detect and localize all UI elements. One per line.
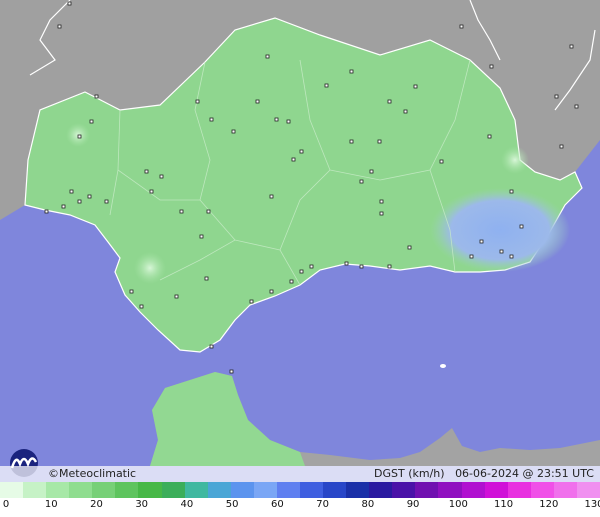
variable-label: DGST (km/h) <box>374 467 445 480</box>
scale-swatch <box>553 482 577 498</box>
scale-tick-label: 10 <box>44 499 58 510</box>
scale-swatch <box>392 482 416 498</box>
scale-swatch <box>0 482 24 498</box>
scale-tick-label: 100 <box>448 499 468 510</box>
scale-swatch <box>253 482 277 498</box>
scale-swatch <box>69 482 93 498</box>
map-footer: ©Meteoclimatic DGST (km/h) 06-06-2024 @ … <box>0 466 600 482</box>
scale-tick-label: 80 <box>361 499 375 510</box>
scale-swatch <box>346 482 370 498</box>
map-status: DGST (km/h) 06-06-2024 @ 23:51 UTC <box>374 467 594 480</box>
color-scale-labels: 0 10 20 30 40 50 60 70 80 90 100 110 120 130 <box>0 499 600 515</box>
scale-swatch <box>507 482 531 498</box>
high-wind-area <box>430 188 570 272</box>
scale-swatch <box>161 482 185 498</box>
color-scale-bar <box>0 482 600 498</box>
scale-swatch <box>530 482 554 498</box>
scale-tick-label: 130 <box>584 499 600 510</box>
alboran-island <box>440 364 446 368</box>
scale-swatch <box>207 482 231 498</box>
scale-tick-label: 0 <box>2 499 10 510</box>
calm-spot <box>501 146 529 174</box>
scale-swatch <box>369 482 393 498</box>
scale-swatch <box>300 482 324 498</box>
scale-swatch <box>46 482 70 498</box>
scale-tick-label: 40 <box>180 499 194 510</box>
weather-map <box>0 0 600 517</box>
scale-tick-label: 70 <box>316 499 329 510</box>
scale-swatch <box>230 482 254 498</box>
scale-tick-label: 60 <box>271 499 284 510</box>
scale-swatch <box>576 482 600 498</box>
scale-swatch <box>92 482 116 498</box>
scale-swatch <box>438 482 462 498</box>
scale-swatch <box>276 482 301 498</box>
scale-swatch <box>138 482 162 498</box>
scale-swatch <box>184 482 208 498</box>
scale-swatch <box>484 482 508 498</box>
scale-swatch <box>461 482 485 498</box>
scale-tick-label: 50 <box>225 499 239 510</box>
scale-tick-label: 90 <box>406 499 420 510</box>
color-scale: 0 10 20 30 40 50 60 70 80 90 100 110 120 130 <box>0 482 600 517</box>
scale-tick-label: 20 <box>90 499 103 510</box>
scale-swatch <box>323 482 347 498</box>
scale-swatch <box>23 482 47 498</box>
timestamp-label: 06-06-2024 @ 23:51 UTC <box>455 467 594 480</box>
scale-swatch <box>415 482 439 498</box>
credit-label: ©Meteoclimatic <box>48 467 137 480</box>
scale-swatch <box>115 482 139 498</box>
scale-tick-label: 30 <box>135 499 149 510</box>
scale-tick-label: 120 <box>539 499 559 510</box>
scale-tick-label: 110 <box>493 499 514 510</box>
